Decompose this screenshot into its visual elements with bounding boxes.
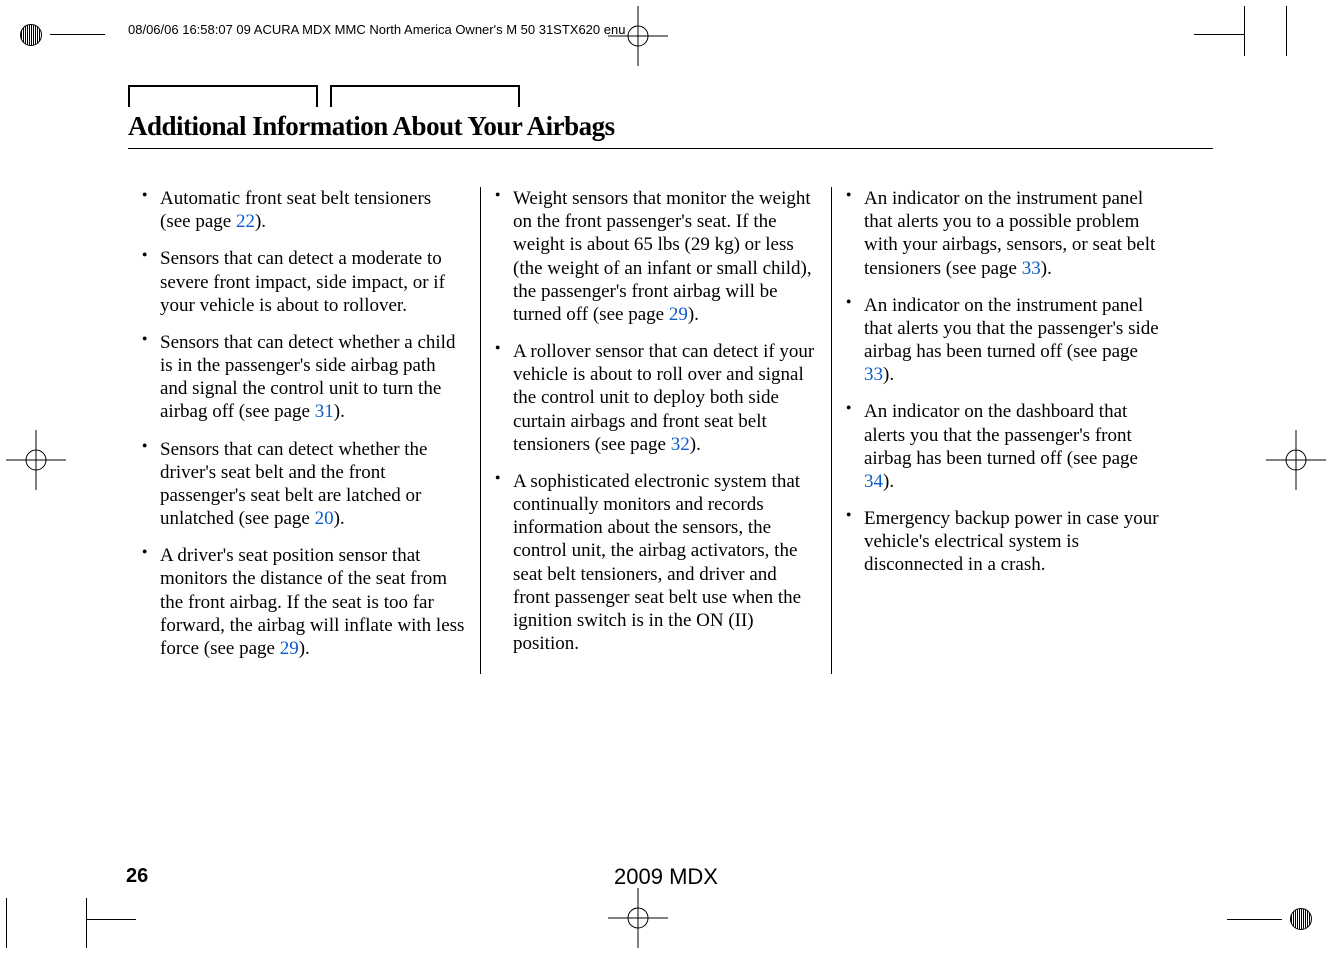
list-item: An indicator on the dashboard that alert… bbox=[846, 400, 1170, 493]
page-link[interactable]: 33 bbox=[1022, 258, 1041, 279]
body-text: An indicator on the instrument panel tha… bbox=[864, 188, 1155, 279]
registration-stripe-br bbox=[1290, 908, 1312, 930]
tab-box bbox=[128, 85, 318, 107]
body-text: ). bbox=[334, 508, 345, 529]
page-content: Additional Information About Your Airbag… bbox=[128, 85, 1213, 674]
footer-model: 2009 MDX bbox=[0, 864, 1332, 890]
body-text: An indicator on the instrument panel tha… bbox=[864, 295, 1159, 362]
body-text: Sensors that can detect a moderate to se… bbox=[160, 248, 445, 315]
list-item: Weight sensors that monitor the weight o… bbox=[495, 187, 817, 326]
body-text: Sensors that can detect whether a child … bbox=[160, 332, 455, 423]
page-link[interactable]: 31 bbox=[315, 401, 334, 422]
column-3: An indicator on the instrument panel tha… bbox=[832, 187, 1184, 674]
title-rule bbox=[128, 148, 1213, 149]
page-link[interactable]: 32 bbox=[671, 434, 690, 455]
list-item: Sensors that can detect whether a child … bbox=[142, 331, 466, 424]
body-text: ). bbox=[688, 304, 699, 325]
body-text: Automatic front seat belt tensioners (se… bbox=[160, 188, 431, 232]
body-text: A rollover sensor that can detect if you… bbox=[513, 341, 814, 455]
registration-cross-left bbox=[6, 430, 66, 490]
tab-box bbox=[330, 85, 520, 107]
crop-corner-bl2 bbox=[6, 908, 46, 948]
body-text: Emergency backup power in case your vehi… bbox=[864, 508, 1159, 575]
crop-rule bbox=[50, 34, 105, 35]
registration-stripe-tl bbox=[20, 24, 42, 46]
list-item: A driver's seat position sensor that mon… bbox=[142, 544, 466, 660]
crop-corner-bl bbox=[48, 908, 88, 948]
body-text: Sensors that can detect whether the driv… bbox=[160, 439, 427, 530]
column-1: Automatic front seat belt tensioners (se… bbox=[128, 187, 480, 674]
registration-cross-right bbox=[1266, 430, 1326, 490]
body-text: ). bbox=[255, 211, 266, 232]
page-link[interactable]: 33 bbox=[864, 364, 883, 385]
body-text: Weight sensors that monitor the weight o… bbox=[513, 188, 812, 325]
header-timestamp: 08/06/06 16:58:07 09 ACURA MDX MMC North… bbox=[128, 22, 625, 37]
page-link[interactable]: 29 bbox=[669, 304, 688, 325]
list-item: Automatic front seat belt tensioners (se… bbox=[142, 187, 466, 233]
body-text: ). bbox=[334, 401, 345, 422]
list-item: A sophisticated electronic system that c… bbox=[495, 470, 817, 655]
column-2: Weight sensors that monitor the weight o… bbox=[480, 187, 832, 674]
crop-rule bbox=[1227, 919, 1282, 920]
body-text: An indicator on the dashboard that alert… bbox=[864, 401, 1138, 468]
page-title: Additional Information About Your Airbag… bbox=[128, 111, 1213, 142]
page-link[interactable]: 22 bbox=[236, 211, 255, 232]
list-item: An indicator on the instrument panel tha… bbox=[846, 294, 1170, 387]
crop-corner-tr2 bbox=[1286, 6, 1326, 46]
body-text: ). bbox=[883, 471, 894, 492]
page-link[interactable]: 20 bbox=[315, 508, 334, 529]
list-item: A rollover sensor that can detect if you… bbox=[495, 340, 817, 456]
list-item: Sensors that can detect whether the driv… bbox=[142, 438, 466, 531]
body-text: ). bbox=[1041, 258, 1052, 279]
body-text: A sophisticated electronic system that c… bbox=[513, 471, 801, 654]
page-link[interactable]: 29 bbox=[280, 638, 299, 659]
list-item: Sensors that can detect a moderate to se… bbox=[142, 247, 466, 317]
crop-corner-tr bbox=[1244, 6, 1284, 46]
tab-boxes bbox=[128, 85, 1213, 107]
page-link[interactable]: 34 bbox=[864, 471, 883, 492]
body-text: A driver's seat position sensor that mon… bbox=[160, 545, 464, 659]
body-text: ). bbox=[883, 364, 894, 385]
list-item: Emergency backup power in case your vehi… bbox=[846, 507, 1170, 577]
list-item: An indicator on the instrument panel tha… bbox=[846, 187, 1170, 280]
body-text: ). bbox=[690, 434, 701, 455]
body-text: ). bbox=[299, 638, 310, 659]
registration-cross-bottom bbox=[608, 888, 668, 948]
